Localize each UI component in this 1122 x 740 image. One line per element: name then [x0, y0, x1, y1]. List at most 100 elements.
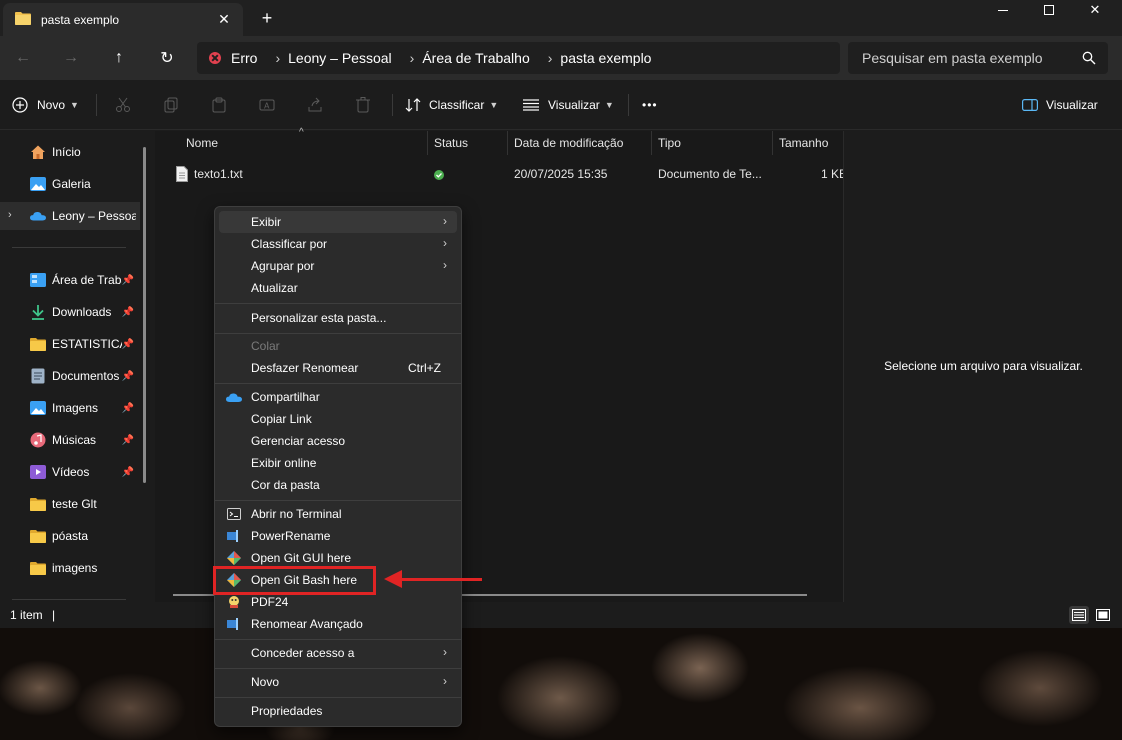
breadcrumb-item[interactable]: Leony – Pessoal: [288, 50, 392, 66]
share-icon[interactable]: [302, 92, 328, 118]
column-divider[interactable]: [772, 131, 773, 155]
sidebar-item-musicas[interactable]: Músicas 📌: [0, 426, 140, 454]
menu-item-agrupar-por[interactable]: Agrupar por ›: [219, 255, 457, 277]
breadcrumb-separator[interactable]: ›: [410, 50, 415, 66]
menu-item-exibir-online[interactable]: Exibir online: [219, 452, 457, 474]
pin-icon[interactable]: 📌: [122, 275, 134, 286]
pin-icon[interactable]: 📌: [122, 371, 134, 382]
chevron-right-icon: ›: [443, 258, 447, 272]
sidebar-item-poasta[interactable]: póasta: [0, 522, 140, 550]
sidebar-item-estatistica[interactable]: ESTATISTICA 📌: [0, 330, 140, 358]
sidebar-divider: [12, 247, 126, 248]
refresh-button[interactable]: ↻: [153, 44, 181, 72]
pin-icon[interactable]: 📌: [122, 403, 134, 414]
file-row[interactable]: texto1.txt 20/07/2025 15:35 Documento de…: [155, 163, 843, 185]
maximize-button[interactable]: [1026, 0, 1072, 20]
tiles-view-button[interactable]: [1093, 606, 1113, 624]
menu-item-cor-da-pasta[interactable]: Cor da pasta: [219, 474, 457, 496]
menu-item-gerenciar-acesso[interactable]: Gerenciar acesso: [219, 430, 457, 452]
breadcrumb-item[interactable]: Erro: [231, 50, 257, 66]
sidebar-scrollbar[interactable]: [143, 147, 146, 483]
search-input[interactable]: [862, 50, 1072, 66]
menu-item-colar[interactable]: Colar: [219, 335, 457, 357]
menu-item-novo[interactable]: Novo ›: [219, 671, 457, 693]
menu-item-copiar-link[interactable]: Copiar Link: [219, 408, 457, 430]
breadcrumb-item[interactable]: pasta exemplo: [560, 50, 651, 66]
up-button[interactable]: ↑: [105, 44, 133, 72]
column-header-status[interactable]: Status: [434, 131, 468, 155]
chevron-right-icon: ›: [443, 645, 447, 659]
paste-icon[interactable]: [206, 92, 232, 118]
menu-item-powerrename[interactable]: PowerRename: [219, 525, 457, 547]
chevron-right-icon[interactable]: ›: [8, 209, 12, 221]
folder-icon: [30, 336, 46, 352]
menu-item-conceder-acesso[interactable]: Conceder acesso a ›: [219, 642, 457, 664]
breadcrumb-item[interactable]: Área de Trabalho: [422, 50, 529, 66]
pin-icon[interactable]: 📌: [122, 435, 134, 446]
menu-item-abrir-terminal[interactable]: Abrir no Terminal: [219, 503, 457, 525]
delete-icon[interactable]: [350, 92, 376, 118]
sidebar-item-label: Músicas: [52, 433, 97, 447]
view-button[interactable]: Visualizar ▼: [523, 92, 614, 118]
menu-item-personalizar[interactable]: Personalizar esta pasta...: [219, 307, 457, 329]
window-close-button[interactable]: ✕: [1072, 0, 1118, 20]
pin-icon[interactable]: 📌: [122, 339, 134, 350]
sort-ascending-icon: ^: [299, 127, 304, 138]
file-explorer-window: pasta exemplo ✕ + ✕ ← → ↑ ↻ Erro › Leony…: [0, 0, 1122, 628]
sidebar-item-galeria[interactable]: Galeria: [0, 170, 140, 198]
menu-item-exibir[interactable]: Exibir ›: [219, 211, 457, 233]
close-tab-button[interactable]: ✕: [215, 10, 233, 28]
menu-item-atualizar[interactable]: Atualizar: [219, 277, 457, 299]
sidebar-item-teste-git[interactable]: teste Glt: [0, 490, 140, 518]
new-button[interactable]: Novo ▼: [12, 92, 79, 118]
column-divider[interactable]: [651, 131, 652, 155]
menu-item-propriedades[interactable]: Propriedades: [219, 700, 457, 722]
minimize-button[interactable]: [980, 0, 1026, 20]
menu-item-renomear-avancado[interactable]: Renomear Avançado: [219, 613, 457, 635]
sidebar-item-documentos[interactable]: Documentos 📌: [0, 362, 140, 390]
plus-circle-icon: [12, 97, 28, 113]
copy-icon[interactable]: [158, 92, 184, 118]
column-header-type[interactable]: Tipo: [658, 131, 681, 155]
sidebar-item-inicio[interactable]: Início: [0, 138, 140, 166]
breadcrumb-separator[interactable]: ›: [548, 50, 553, 66]
search-icon[interactable]: [1082, 51, 1096, 65]
sidebar-item-onedrive[interactable]: › Leony – Pessoal: [0, 202, 140, 230]
menu-item-desfazer-renomear[interactable]: Desfazer Renomear Ctrl+Z: [219, 357, 457, 379]
column-header-size[interactable]: Tamanho: [779, 131, 828, 155]
details-pane-button[interactable]: Visualizar: [1022, 92, 1098, 118]
menu-item-classificar-por[interactable]: Classificar por ›: [219, 233, 457, 255]
tab-pasta-exemplo[interactable]: pasta exemplo ✕: [3, 3, 243, 36]
column-divider[interactable]: [507, 131, 508, 155]
text-file-icon: [176, 166, 188, 182]
menu-item-label: Open Git GUI here: [251, 551, 352, 565]
menu-item-label: Copiar Link: [251, 412, 312, 426]
column-header-modified[interactable]: Data de modificação: [514, 131, 623, 155]
breadcrumb-separator[interactable]: ›: [275, 50, 280, 66]
menu-item-label: PowerRename: [251, 529, 331, 543]
sidebar-item-label: teste Glt: [52, 497, 97, 511]
menu-item-compartilhar[interactable]: Compartilhar: [219, 386, 457, 408]
pin-icon[interactable]: 📌: [122, 467, 134, 478]
more-options-button[interactable]: •••: [642, 92, 658, 118]
column-divider[interactable]: [427, 131, 428, 155]
back-button[interactable]: ←: [9, 44, 37, 72]
details-view-button[interactable]: [1069, 606, 1089, 624]
sidebar-item-imagens-folder[interactable]: imagens: [0, 554, 140, 582]
forward-button[interactable]: →: [57, 44, 85, 72]
column-header-name[interactable]: Nome: [186, 131, 218, 155]
sidebar-item-videos[interactable]: Vídeos 📌: [0, 458, 140, 486]
sidebar-item-downloads[interactable]: Downloads 📌: [0, 298, 140, 326]
cut-icon[interactable]: [110, 92, 136, 118]
menu-separator: [215, 500, 461, 501]
sidebar-item-area-de-trabalho[interactable]: Área de Trabalho 📌: [0, 266, 140, 294]
pin-icon[interactable]: 📌: [122, 307, 134, 318]
navigation-pane: Início Galeria › Leony – Pessoal Área de…: [0, 131, 150, 602]
new-tab-button[interactable]: +: [256, 7, 278, 29]
sort-button[interactable]: Classificar ▼: [405, 92, 498, 118]
sidebar-item-imagens[interactable]: Imagens 📌: [0, 394, 140, 422]
rename-icon[interactable]: A: [254, 92, 280, 118]
sort-icon: [405, 98, 421, 112]
address-bar[interactable]: Erro › Leony – Pessoal › Área de Trabalh…: [197, 42, 840, 74]
menu-item-label: Gerenciar acesso: [251, 434, 346, 448]
